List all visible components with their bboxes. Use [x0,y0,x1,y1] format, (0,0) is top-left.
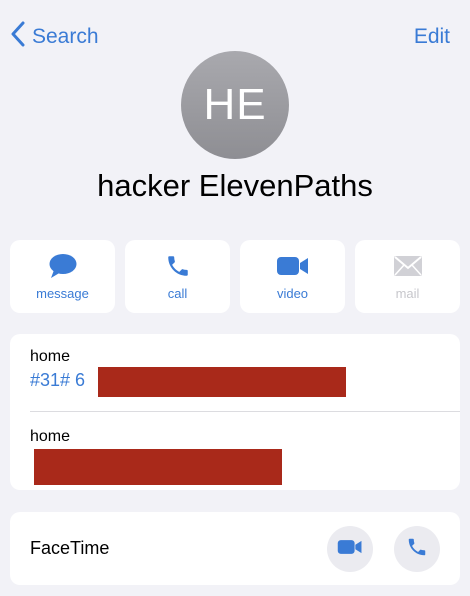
video-camera-icon [276,252,310,280]
phone-row[interactable]: home [30,428,460,450]
call-button[interactable]: call [125,240,230,313]
chevron-left-icon [10,21,26,53]
phone-icon [406,536,428,563]
facetime-card: FaceTime [10,512,460,585]
phone-numbers-card: home #31# 6 home [10,334,460,490]
back-label: Search [32,25,99,48]
quick-actions: message call video mail [10,240,460,313]
phone-label: home [30,348,71,365]
back-button[interactable]: Search [10,21,99,53]
video-button[interactable]: video [240,240,345,313]
avatar: HE [181,51,289,159]
facetime-label: FaceTime [30,538,110,558]
redaction-bar [98,367,346,397]
avatar-initials: HE [203,80,267,129]
facetime-video-button[interactable] [327,526,373,572]
call-label: call [167,286,188,301]
video-label: video [276,286,309,301]
mail-button[interactable]: mail [355,240,460,313]
message-label: message [36,286,89,301]
envelope-icon [393,252,423,280]
redaction-bar [34,449,282,485]
divider [30,411,460,412]
message-bubble-icon [48,252,78,280]
mail-label: mail [395,286,420,301]
phone-label: home [30,428,71,445]
message-button[interactable]: message [10,240,115,313]
phone-icon [165,252,191,280]
contact-name: hacker ElevenPaths [97,168,373,203]
facetime-audio-button[interactable] [394,526,440,572]
edit-button[interactable]: Edit [414,22,450,52]
video-camera-icon [337,538,363,561]
